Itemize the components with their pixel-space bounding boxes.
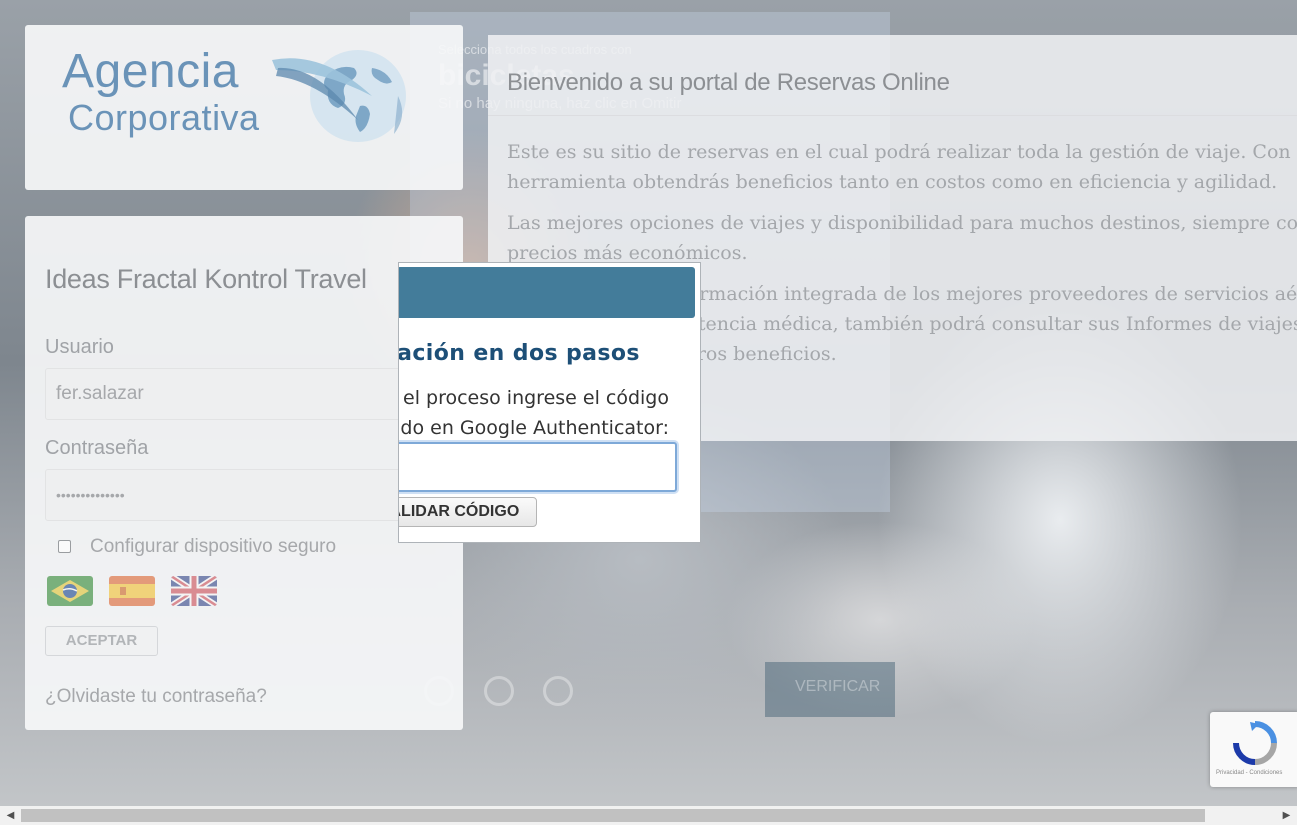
logo-line1: Agencia <box>62 45 239 98</box>
login-title: Ideas Fractal Kontrol Travel <box>45 264 367 294</box>
flag-spain-icon[interactable] <box>109 576 155 606</box>
welcome-paragraph-2: Las mejores opciones de viajes y disponi… <box>507 208 1297 268</box>
modal-text-line2: generado en Google Authenticator: <box>399 417 669 439</box>
scroll-right-arrow-icon[interactable]: ▶ <box>1278 806 1295 825</box>
welcome-p3-line1: Información integrada de los mejores pro… <box>661 283 1297 305</box>
recaptcha-footer: Privacidad - Condiciones <box>1216 770 1283 776</box>
secure-device-label: Configurar dispositivo seguro <box>90 536 337 557</box>
scrollbar-thumb[interactable] <box>21 809 1205 822</box>
password-label: Contraseña <box>45 437 149 459</box>
welcome-p3-line2: asistencia médica, también podrá consult… <box>661 313 1297 335</box>
modal-title: Autenticación en dos pasos <box>398 341 640 366</box>
globe-icon <box>272 50 406 142</box>
modal-text-line1: Para finalizar el proceso ingrese el cód… <box>399 387 669 409</box>
welcome-paragraph-3: Información integrada de los mejores pro… <box>661 279 1297 369</box>
accept-button[interactable]: ACEPTAR <box>45 626 158 656</box>
welcome-p2-line1: Las mejores opciones de viajes y disponi… <box>507 212 1297 234</box>
horizontal-scrollbar[interactable]: ◀ ▶ <box>0 806 1297 825</box>
flag-uk-icon[interactable] <box>171 576 217 606</box>
secure-device-checkbox[interactable] <box>58 540 71 553</box>
logo-line2: Corporativa <box>68 97 260 138</box>
modal-instructions: Para finalizar el proceso ingrese el cód… <box>399 383 669 443</box>
two-factor-modal: Autenticación en dos pasos Para finaliza… <box>398 262 701 543</box>
welcome-p1-line1: Este es su sitio de reservas en el cual … <box>507 141 1297 163</box>
forgot-password-link[interactable]: ¿Olvidaste tu contraseña? <box>45 686 267 708</box>
username-label: Usuario <box>45 336 114 358</box>
info-icon <box>543 676 573 706</box>
welcome-title: Bienvenido a su portal de Reservas Onlin… <box>507 69 950 96</box>
welcome-p1-line2: herramienta obtendrás beneficios tanto e… <box>507 171 1278 193</box>
username-input[interactable]: fer.salazar <box>45 368 445 420</box>
scroll-left-arrow-icon[interactable]: ◀ <box>2 806 19 825</box>
headphones-icon <box>484 676 514 706</box>
validate-code-button[interactable]: VALIDAR CÓDIGO <box>399 497 537 527</box>
recaptcha-badge[interactable]: Privacidad - Condiciones <box>1210 712 1297 787</box>
welcome-p3-line3: y otros beneficios. <box>661 343 837 365</box>
recaptcha-icon <box>1233 721 1277 765</box>
welcome-divider <box>488 115 1297 116</box>
flag-brazil-icon[interactable] <box>47 576 93 606</box>
password-input[interactable]: •••••••••••••• <box>45 469 445 521</box>
background-monitor-text: VERIFICAR <box>795 678 881 695</box>
verification-code-input[interactable] <box>399 442 677 492</box>
welcome-paragraph-1: Este es su sitio de reservas en el cual … <box>507 137 1297 197</box>
modal-header <box>399 267 695 318</box>
agency-logo: Agencia Corporativa <box>62 48 260 136</box>
